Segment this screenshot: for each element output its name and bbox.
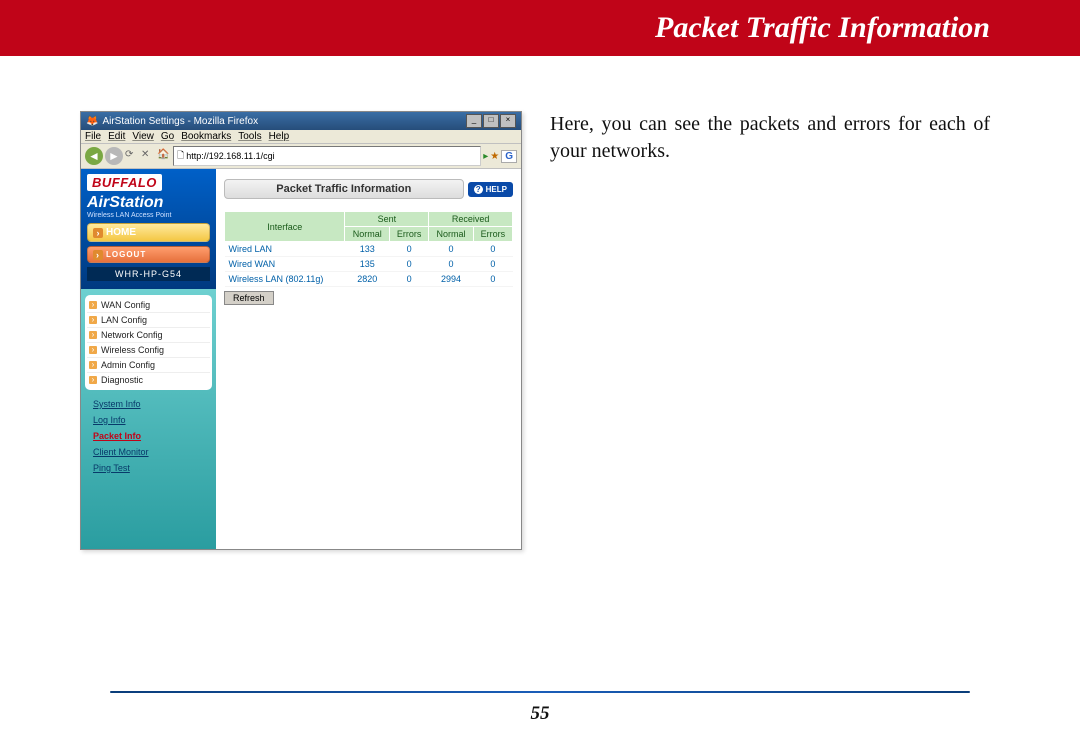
refresh-button[interactable]: Refresh xyxy=(224,291,274,305)
stop-button[interactable]: ✕ xyxy=(141,149,155,163)
menu-edit[interactable]: Edit xyxy=(108,131,125,142)
go-icon[interactable]: ▸ xyxy=(483,151,488,162)
cell-iface: Wired LAN xyxy=(225,242,345,257)
sidebar-nav: WAN Config LAN Config Network Config Wir… xyxy=(81,289,216,549)
menu-tools[interactable]: Tools xyxy=(238,131,261,142)
menu-bookmarks[interactable]: Bookmarks xyxy=(181,131,231,142)
window-controls: _ □ × xyxy=(466,114,516,128)
minimize-button[interactable]: _ xyxy=(466,114,482,128)
subnav-ping-test[interactable]: Ping Test xyxy=(93,460,212,476)
cell-re: 0 xyxy=(473,242,512,257)
nav-admin-config[interactable]: Admin Config xyxy=(87,358,210,373)
address-bar[interactable]: 🗋 http://192.168.11.1/cgi xyxy=(173,146,481,166)
subnav-client-monitor[interactable]: Client Monitor xyxy=(93,444,212,460)
cell-sn: 2820 xyxy=(345,272,390,287)
th-sent-normal: Normal xyxy=(345,227,390,242)
product-name: AirStation xyxy=(87,194,210,212)
firefox-icon: 🦊 xyxy=(86,116,98,127)
router-sidebar: BUFFALO AirStation Wireless LAN Access P… xyxy=(81,169,216,549)
nav-network-config[interactable]: Network Config xyxy=(87,328,210,343)
page-icon: 🗋 xyxy=(177,148,184,164)
th-interface: Interface xyxy=(225,212,345,242)
cell-rn: 0 xyxy=(429,257,474,272)
subnav-log-info[interactable]: Log Info xyxy=(93,412,212,428)
th-received: Received xyxy=(429,212,513,227)
nav-box: WAN Config LAN Config Network Config Wir… xyxy=(85,295,212,390)
th-sent: Sent xyxy=(345,212,429,227)
nav-diagnostic[interactable]: Diagnostic xyxy=(87,373,210,387)
th-sent-errors: Errors xyxy=(390,227,429,242)
main-panel: Packet Traffic Information HELP Interfac… xyxy=(216,169,521,549)
cell-iface: Wireless LAN (802.11g) xyxy=(225,272,345,287)
url-text: http://192.168.11.1/cgi xyxy=(186,151,274,161)
model-label: WHR-HP-G54 xyxy=(87,267,210,281)
window-titlebar: 🦊 AirStation Settings - Mozilla Firefox … xyxy=(81,112,521,130)
product-subtitle: Wireless LAN Access Point xyxy=(87,212,210,219)
traffic-table: Interface Sent Received Normal Errors No… xyxy=(224,211,513,287)
menu-go[interactable]: Go xyxy=(161,131,174,142)
cell-se: 0 xyxy=(390,242,429,257)
th-recv-normal: Normal xyxy=(429,227,474,242)
page-header: Packet Traffic Information xyxy=(0,0,1080,56)
menu-bar: File Edit View Go Bookmarks Tools Help xyxy=(81,130,521,144)
section-title-row: Packet Traffic Information HELP xyxy=(224,179,513,199)
cell-se: 0 xyxy=(390,257,429,272)
page-number: 55 xyxy=(0,703,1080,725)
reload-button[interactable]: ⟳ xyxy=(125,149,139,163)
home-button[interactable]: HOME xyxy=(87,223,210,242)
th-recv-errors: Errors xyxy=(473,227,512,242)
cell-re: 0 xyxy=(473,257,512,272)
close-button[interactable]: × xyxy=(500,114,516,128)
table-row: Wired WAN 135 0 0 0 xyxy=(225,257,513,272)
menu-view[interactable]: View xyxy=(132,131,154,142)
table-row: Wired LAN 133 0 0 0 xyxy=(225,242,513,257)
nav-lan-config[interactable]: LAN Config xyxy=(87,313,210,328)
forward-button[interactable]: ► xyxy=(105,147,123,165)
description-text: Here, you can see the packets and errors… xyxy=(550,111,990,165)
table-row: Wireless LAN (802.11g) 2820 0 2994 0 xyxy=(225,272,513,287)
cell-sn: 133 xyxy=(345,242,390,257)
maximize-button[interactable]: □ xyxy=(483,114,499,128)
bookmark-icon[interactable]: ★ xyxy=(490,151,499,162)
cell-rn: 0 xyxy=(429,242,474,257)
cell-re: 0 xyxy=(473,272,512,287)
browser-body: BUFFALO AirStation Wireless LAN Access P… xyxy=(81,169,521,549)
cell-se: 0 xyxy=(390,272,429,287)
section-title: Packet Traffic Information xyxy=(224,179,464,199)
subnav-packet-info[interactable]: Packet Info xyxy=(93,428,212,444)
back-button[interactable]: ◄ xyxy=(85,147,103,165)
browser-window: 🦊 AirStation Settings - Mozilla Firefox … xyxy=(80,111,522,550)
footer-rule xyxy=(110,691,970,693)
help-button[interactable]: HELP xyxy=(468,182,513,197)
nav-wireless-config[interactable]: Wireless Config xyxy=(87,343,210,358)
cell-rn: 2994 xyxy=(429,272,474,287)
home-icon[interactable]: 🏠 xyxy=(157,149,171,163)
search-engine-icon[interactable]: G xyxy=(501,150,517,163)
brand-logo: BUFFALO xyxy=(87,174,162,191)
cell-iface: Wired WAN xyxy=(225,257,345,272)
content-row: 🦊 AirStation Settings - Mozilla Firefox … xyxy=(0,56,1080,550)
menu-file[interactable]: File xyxy=(85,131,101,142)
nav-wan-config[interactable]: WAN Config xyxy=(87,298,210,313)
menu-help[interactable]: Help xyxy=(269,131,290,142)
sidebar-header: BUFFALO AirStation Wireless LAN Access P… xyxy=(81,169,216,289)
cell-sn: 135 xyxy=(345,257,390,272)
page-title: Packet Traffic Information xyxy=(655,11,990,45)
toolbar: ◄ ► ⟳ ✕ 🏠 🗋 http://192.168.11.1/cgi ▸ ★ … xyxy=(81,144,521,169)
subnav-system-info[interactable]: System Info xyxy=(93,396,212,412)
logout-button[interactable]: LOGOUT xyxy=(87,246,210,263)
window-title: AirStation Settings - Mozilla Firefox xyxy=(102,116,258,127)
subnav: System Info Log Info Packet Info Client … xyxy=(85,396,212,476)
